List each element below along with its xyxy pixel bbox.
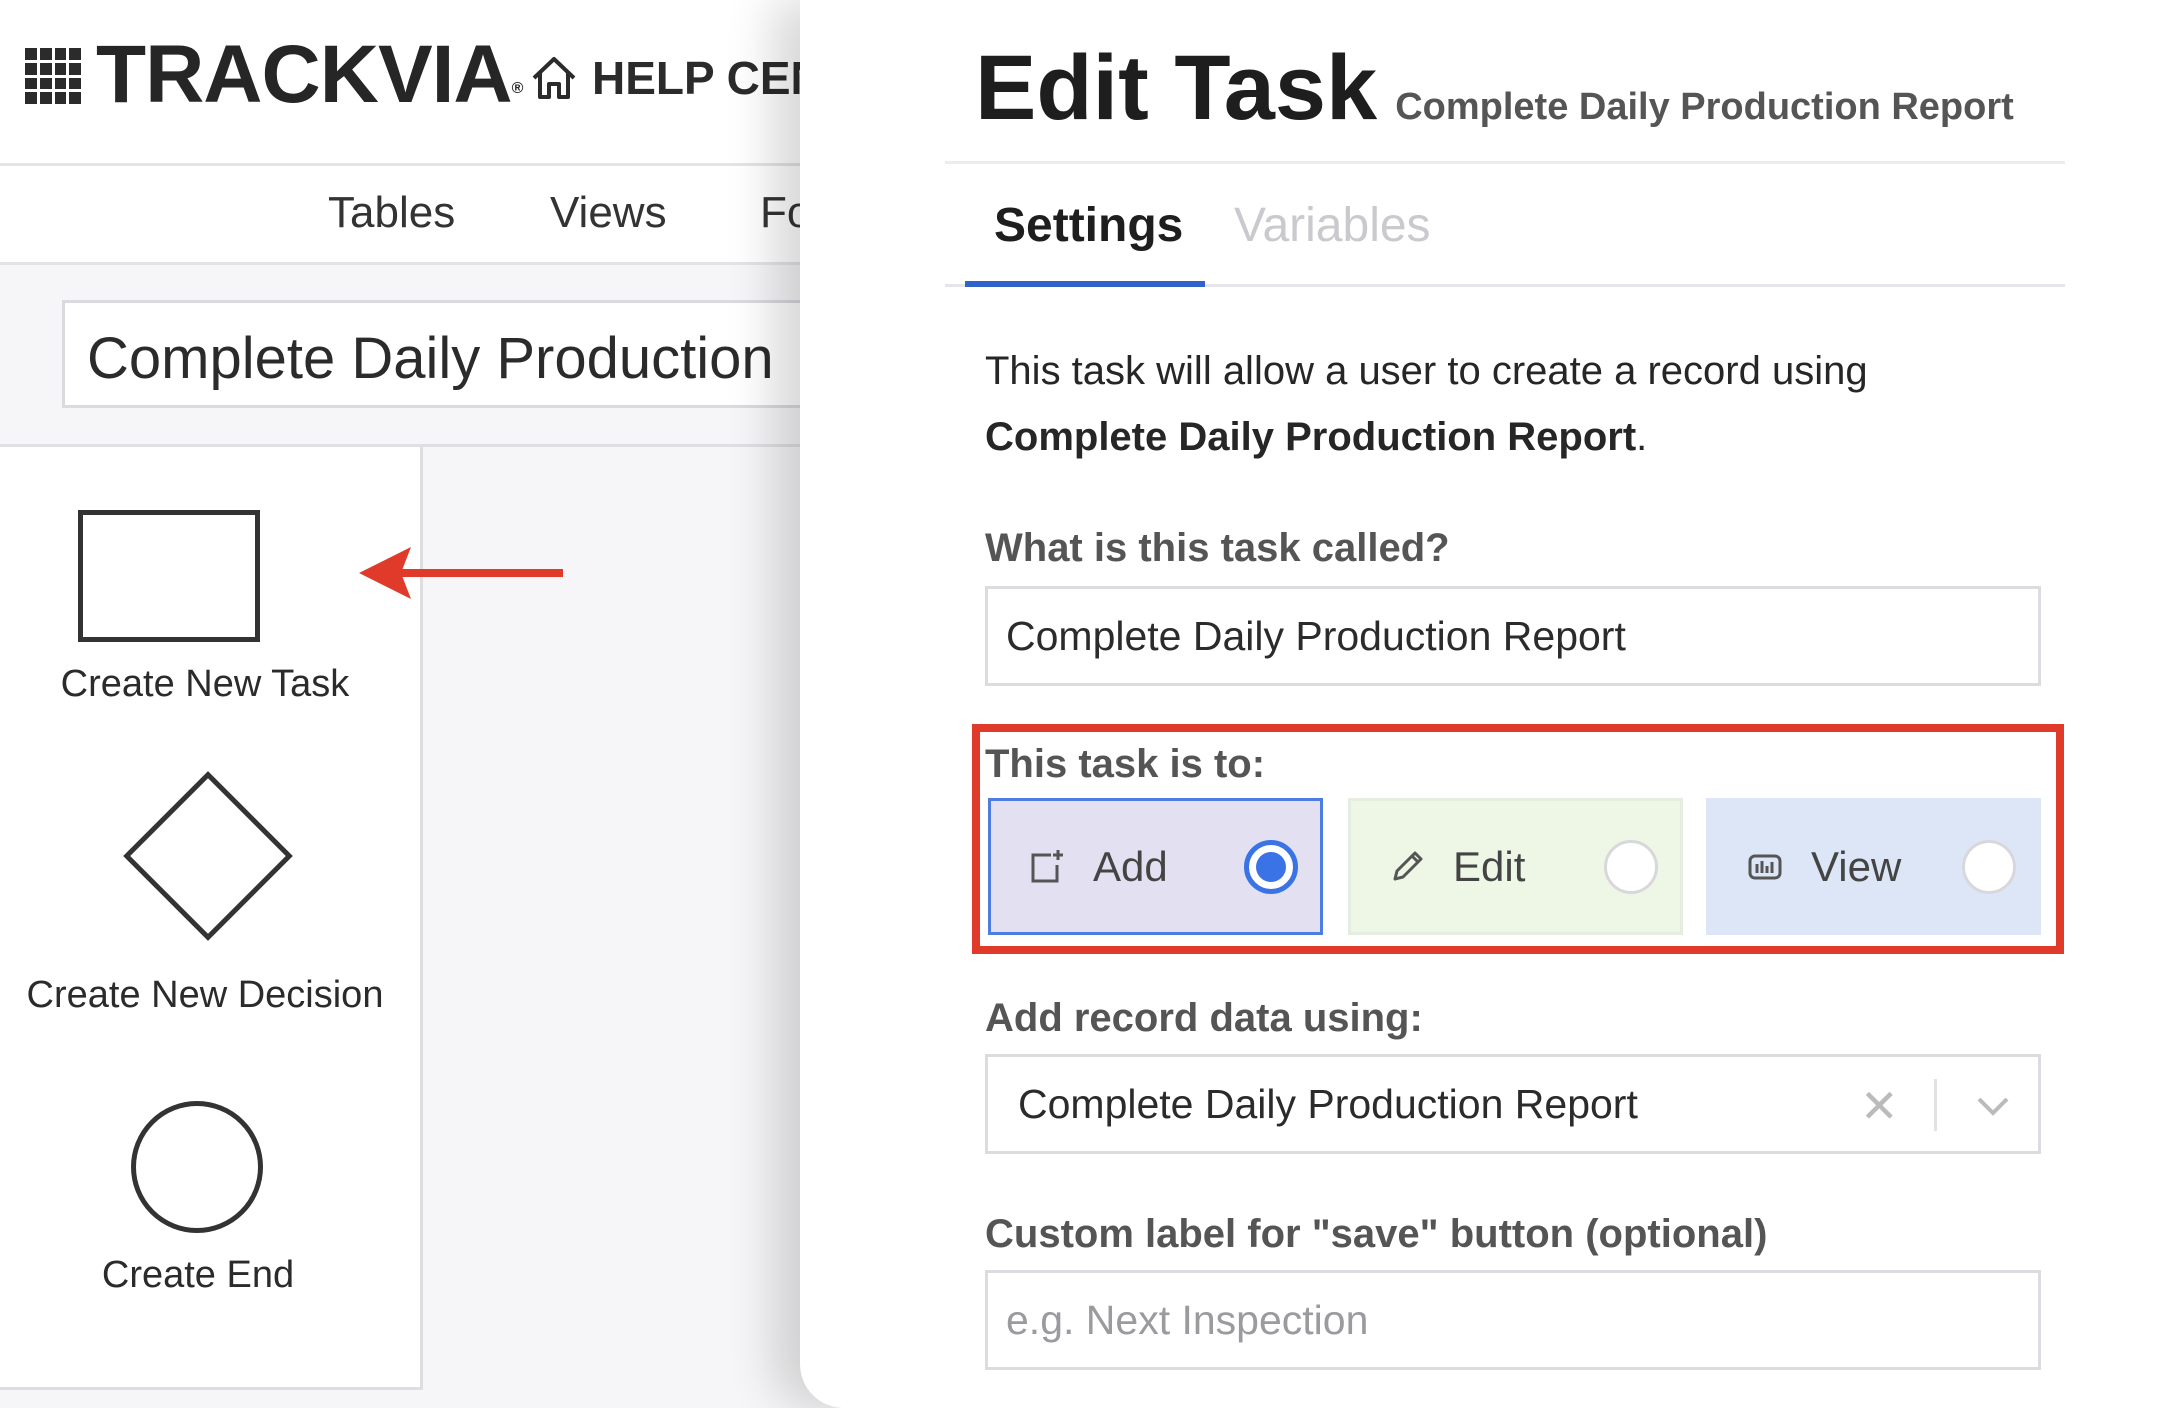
decision-shape[interactable] bbox=[123, 771, 293, 941]
main-nav: Tables Views Fo bbox=[0, 166, 830, 265]
page-title: Edit Task bbox=[975, 37, 1378, 139]
home-icon bbox=[532, 57, 576, 99]
create-decision-label: Create New Decision bbox=[26, 974, 384, 1016]
create-end-label: Create End bbox=[101, 1254, 295, 1296]
tab-variables[interactable]: Variables bbox=[1234, 198, 1431, 253]
end-shape[interactable] bbox=[131, 1101, 263, 1233]
help-center-label: HELP CEN bbox=[592, 52, 824, 104]
data-source-select[interactable]: Complete Daily Production Report ✕ bbox=[985, 1054, 2041, 1154]
chevron-down-icon[interactable] bbox=[1973, 1091, 2013, 1121]
select-separator bbox=[1934, 1079, 1937, 1131]
task-name-input[interactable] bbox=[985, 586, 2041, 686]
page-subtitle: Complete Daily Production Report bbox=[1395, 86, 2014, 128]
tab-settings[interactable]: Settings bbox=[994, 198, 1183, 253]
data-source-label: Add record data using: bbox=[985, 996, 1423, 1040]
workflow-name-field[interactable]: Complete Daily Production bbox=[62, 300, 842, 408]
nav-item-views[interactable]: Views bbox=[550, 188, 667, 238]
app-logo[interactable]: TRACKVIA® bbox=[96, 30, 523, 120]
task-description: This task will allow a user to create a … bbox=[985, 349, 1868, 459]
save-label-label: Custom label for "save" button (optional… bbox=[985, 1212, 1768, 1256]
form-name: Complete Daily Production Report bbox=[985, 415, 1637, 459]
nav-item-tables[interactable]: Tables bbox=[328, 188, 455, 238]
annotation-highlight-box bbox=[972, 724, 2064, 954]
task-shape[interactable] bbox=[78, 510, 260, 642]
workflow-name-text: Complete Daily Production bbox=[87, 326, 774, 391]
annotation-arrow-icon bbox=[359, 547, 563, 599]
help-center-link[interactable]: HELP CEN bbox=[528, 52, 824, 104]
edit-task-drawer: Edit Task Complete Daily Production Repor… bbox=[800, 0, 2166, 1408]
app-header: TRACKVIA® HELP CEN bbox=[0, 0, 830, 166]
task-name-label: What is this task called? bbox=[985, 526, 1450, 570]
clear-icon[interactable]: ✕ bbox=[1860, 1079, 1899, 1133]
trackvia-logo-icon bbox=[25, 48, 81, 104]
active-tab-indicator bbox=[965, 281, 1205, 287]
drawer-title: Edit Task Complete Daily Production Repor… bbox=[975, 36, 2014, 141]
save-label-input[interactable] bbox=[985, 1270, 2041, 1370]
divider bbox=[945, 161, 2065, 164]
create-task-label: Create New Task bbox=[60, 663, 350, 705]
data-source-value: Complete Daily Production Report bbox=[1018, 1081, 1638, 1127]
